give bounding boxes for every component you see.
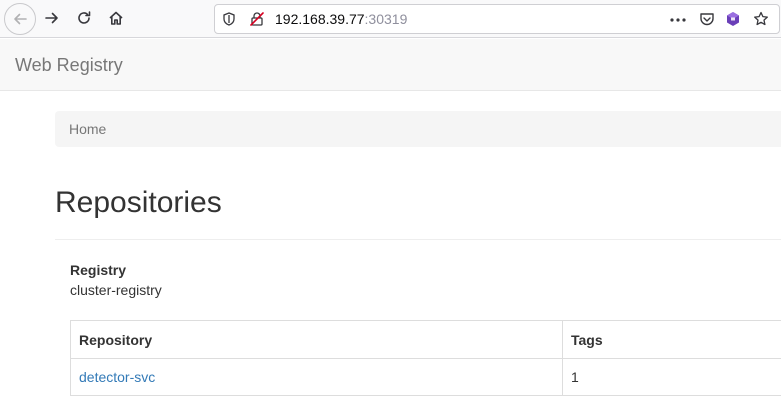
star-icon[interactable] (753, 11, 769, 27)
repository-cell: detector-svc (70, 358, 563, 396)
extension-icon[interactable] (725, 11, 741, 27)
breadcrumb: Home (55, 111, 781, 147)
breadcrumb-item-home[interactable]: Home (69, 121, 106, 138)
navbar: Web Registry (0, 39, 781, 91)
repository-link[interactable]: detector-svc (79, 369, 155, 385)
home-button[interactable] (104, 6, 128, 30)
tags-cell: 1 (562, 358, 781, 396)
registry-label: Registry (70, 262, 127, 278)
navbar-brand[interactable]: Web Registry (15, 55, 123, 75)
pocket-icon[interactable] (699, 11, 715, 27)
meatball-menu-icon[interactable] (669, 12, 687, 28)
home-icon (109, 11, 123, 25)
forward-button[interactable] (40, 6, 64, 30)
repositories-table: Repository Tags detector-svc 1 (70, 320, 781, 396)
back-button[interactable] (4, 3, 36, 35)
url-port: :30319 (364, 11, 408, 27)
repository-column-header: Repository (70, 320, 563, 359)
url-bar[interactable]: 192.168.39.77:30319 (214, 4, 780, 34)
tags-column-header: Tags (562, 320, 781, 359)
shield-icon[interactable] (221, 11, 237, 27)
back-arrow-icon (14, 13, 27, 25)
forward-arrow-icon (45, 12, 58, 24)
table-row: detector-svc 1 (70, 358, 781, 396)
header-divider (55, 239, 781, 240)
table-header-row: Repository Tags (70, 320, 781, 359)
url-host: 192.168.39.77 (275, 11, 365, 27)
reload-icon (78, 11, 91, 24)
page-title: Repositories (55, 186, 222, 219)
registry-value: cluster-registry (70, 282, 162, 298)
reload-button[interactable] (72, 6, 96, 30)
browser-toolbar: 192.168.39.77:30319 (0, 0, 781, 38)
insecure-lock-icon[interactable] (249, 11, 265, 27)
url-text[interactable]: 192.168.39.77:30319 (275, 11, 407, 28)
